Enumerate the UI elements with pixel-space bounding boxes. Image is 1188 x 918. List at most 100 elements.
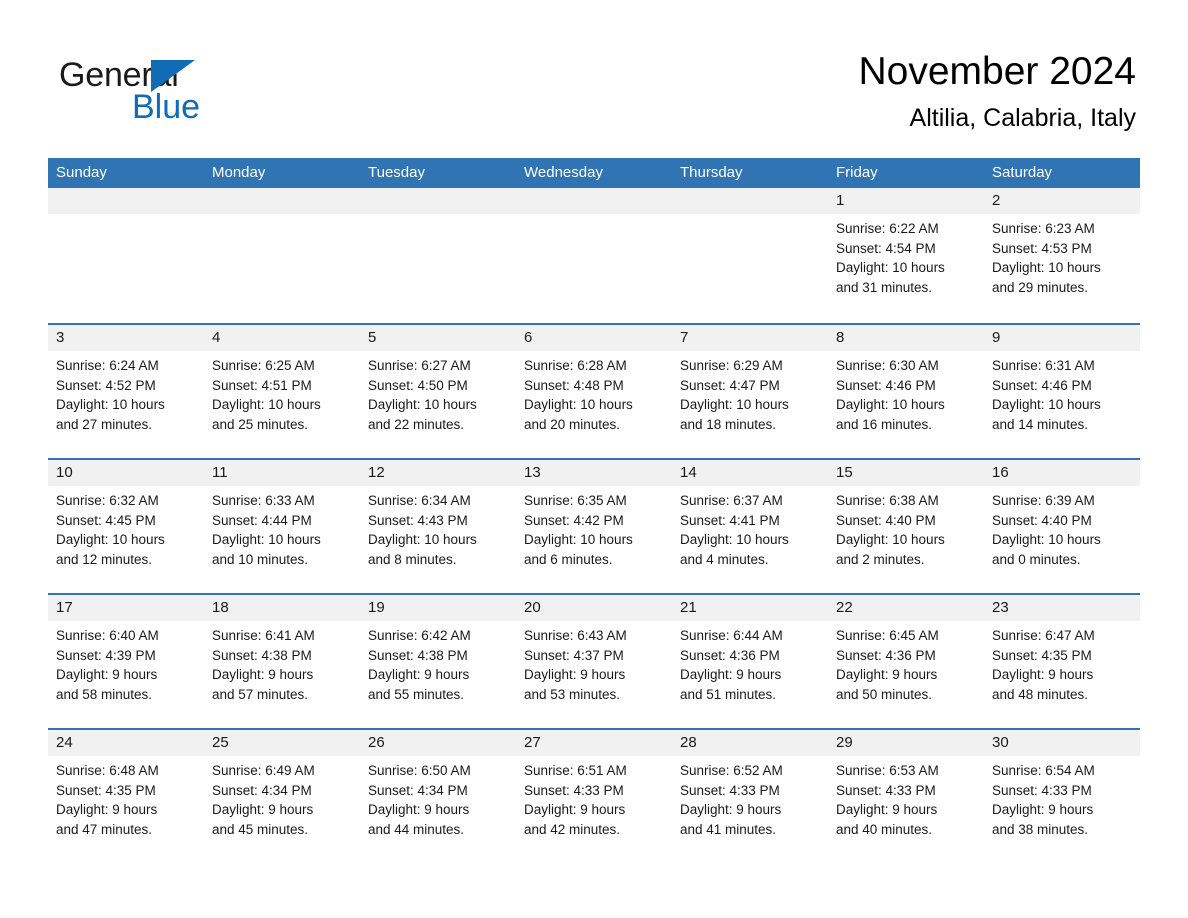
day-detail-line: Daylight: 10 hours (836, 260, 945, 276)
day-detail-line: and 48 minutes. (992, 687, 1089, 703)
day-detail-line: and 0 minutes. (992, 552, 1081, 568)
day-cell-12[interactable]: 12 Sunrise: 6:34 AM Sunset: 4:43 PM Dayligh… (360, 460, 516, 593)
day-detail-line: and 41 minutes. (680, 822, 777, 838)
day-details: Sunrise: 6:24 AM Sunset: 4:52 PM Daylight:… (48, 351, 204, 435)
day-detail-line: Daylight: 10 hours (992, 260, 1101, 276)
day-details: Sunrise: 6:54 AM Sunset: 4:33 PM Daylight:… (984, 756, 1140, 840)
day-detail-line: Sunrise: 6:40 AM (56, 628, 159, 643)
day-cell-20[interactable]: 20 Sunrise: 6:43 AM Sunset: 4:37 PM Dayligh… (516, 595, 672, 728)
day-number: 3 (48, 325, 204, 351)
day-detail-line: Daylight: 9 hours (56, 667, 158, 683)
day-details: Sunrise: 6:29 AM Sunset: 4:47 PM Daylight:… (672, 351, 828, 435)
day-cell-4[interactable]: 4 Sunrise: 6:25 AM Sunset: 4:51 PM Daylight… (204, 325, 360, 458)
day-detail-line: and 25 minutes. (212, 417, 309, 433)
day-detail-line: Daylight: 10 hours (56, 397, 165, 413)
day-number: 18 (204, 595, 360, 621)
day-detail-line: Daylight: 10 hours (992, 532, 1101, 548)
day-detail-line: and 18 minutes. (680, 417, 777, 433)
day-cell-1[interactable]: 1 Sunrise: 6:22 AM Sunset: 4:54 PM Daylight… (828, 188, 984, 323)
day-cell-30[interactable]: 30 Sunrise: 6:54 AM Sunset: 4:33 PM Dayligh… (984, 730, 1140, 863)
day-cell-10[interactable]: 10 Sunrise: 6:32 AM Sunset: 4:45 PM Dayligh… (48, 460, 204, 593)
day-cell-15[interactable]: 15 Sunrise: 6:38 AM Sunset: 4:40 PM Dayligh… (828, 460, 984, 593)
day-detail-line: Sunset: 4:50 PM (368, 377, 468, 393)
day-cell-5[interactable]: 5 Sunrise: 6:27 AM Sunset: 4:50 PM Daylight… (360, 325, 516, 458)
day-detail-line: Sunset: 4:38 PM (212, 647, 312, 663)
day-detail-line: Sunset: 4:36 PM (836, 647, 936, 663)
day-cell-24[interactable]: 24 Sunrise: 6:48 AM Sunset: 4:35 PM Dayligh… (48, 730, 204, 863)
day-number (516, 188, 672, 214)
day-detail-line: Daylight: 10 hours (836, 397, 945, 413)
day-cell-3[interactable]: 3 Sunrise: 6:24 AM Sunset: 4:52 PM Daylight… (48, 325, 204, 458)
day-detail-line: Daylight: 10 hours (212, 397, 321, 413)
weeks-container: 1 Sunrise: 6:22 AM Sunset: 4:54 PM Daylight… (48, 188, 1140, 863)
day-cell-17[interactable]: 17 Sunrise: 6:40 AM Sunset: 4:39 PM Dayligh… (48, 595, 204, 728)
day-detail-line: Sunrise: 6:51 AM (524, 763, 627, 778)
day-cell-9[interactable]: 9 Sunrise: 6:31 AM Sunset: 4:46 PM Daylight… (984, 325, 1140, 458)
week-row: 1 Sunrise: 6:22 AM Sunset: 4:54 PM Daylight… (48, 188, 1140, 323)
day-detail-line: and 20 minutes. (524, 417, 621, 433)
day-number: 11 (204, 460, 360, 486)
day-number: 9 (984, 325, 1140, 351)
day-details: Sunrise: 6:44 AM Sunset: 4:36 PM Daylight:… (672, 621, 828, 705)
day-detail-line: Sunrise: 6:37 AM (680, 493, 783, 508)
day-cell-2[interactable]: 2 Sunrise: 6:23 AM Sunset: 4:53 PM Daylight… (984, 188, 1140, 323)
day-cell-27[interactable]: 27 Sunrise: 6:51 AM Sunset: 4:33 PM Dayligh… (516, 730, 672, 863)
day-cell-21[interactable]: 21 Sunrise: 6:44 AM Sunset: 4:36 PM Dayligh… (672, 595, 828, 728)
day-detail-line: and 45 minutes. (212, 822, 309, 838)
day-detail-line: and 55 minutes. (368, 687, 465, 703)
day-detail-line: and 27 minutes. (56, 417, 153, 433)
day-cell-28[interactable]: 28 Sunrise: 6:52 AM Sunset: 4:33 PM Dayligh… (672, 730, 828, 863)
day-detail-line: Sunset: 4:47 PM (680, 377, 780, 393)
day-detail-line: Sunrise: 6:28 AM (524, 358, 627, 373)
day-detail-line: Sunset: 4:43 PM (368, 512, 468, 528)
day-cell-18[interactable]: 18 Sunrise: 6:41 AM Sunset: 4:38 PM Dayligh… (204, 595, 360, 728)
day-cell-19[interactable]: 19 Sunrise: 6:42 AM Sunset: 4:38 PM Dayligh… (360, 595, 516, 728)
day-cell-8[interactable]: 8 Sunrise: 6:30 AM Sunset: 4:46 PM Daylight… (828, 325, 984, 458)
day-cell-26[interactable]: 26 Sunrise: 6:50 AM Sunset: 4:34 PM Dayligh… (360, 730, 516, 863)
day-number: 21 (672, 595, 828, 621)
day-cell-11[interactable]: 11 Sunrise: 6:33 AM Sunset: 4:44 PM Dayligh… (204, 460, 360, 593)
day-detail-line: Daylight: 10 hours (212, 532, 321, 548)
day-details: Sunrise: 6:45 AM Sunset: 4:36 PM Daylight:… (828, 621, 984, 705)
day-number: 27 (516, 730, 672, 756)
day-detail-line: Sunrise: 6:34 AM (368, 493, 471, 508)
week-row: 17 Sunrise: 6:40 AM Sunset: 4:39 PM Dayligh… (48, 593, 1140, 728)
day-detail-line: Sunrise: 6:25 AM (212, 358, 315, 373)
day-detail-line: Sunset: 4:33 PM (524, 782, 624, 798)
day-details: Sunrise: 6:33 AM Sunset: 4:44 PM Daylight:… (204, 486, 360, 570)
day-number: 26 (360, 730, 516, 756)
day-number: 29 (828, 730, 984, 756)
brand-logo[interactable]: General Blue (59, 55, 359, 135)
day-detail-line: Sunset: 4:48 PM (524, 377, 624, 393)
day-detail-line: and 14 minutes. (992, 417, 1089, 433)
day-cell-14[interactable]: 14 Sunrise: 6:37 AM Sunset: 4:41 PM Dayligh… (672, 460, 828, 593)
day-detail-line: and 16 minutes. (836, 417, 933, 433)
day-cell-29[interactable]: 29 Sunrise: 6:53 AM Sunset: 4:33 PM Dayligh… (828, 730, 984, 863)
day-details: Sunrise: 6:32 AM Sunset: 4:45 PM Daylight:… (48, 486, 204, 570)
day-cell-empty (360, 188, 516, 323)
day-detail-line: Sunset: 4:53 PM (992, 240, 1092, 256)
day-detail-line: and 10 minutes. (212, 552, 309, 568)
day-detail-line: Daylight: 9 hours (836, 802, 938, 818)
day-cell-13[interactable]: 13 Sunrise: 6:35 AM Sunset: 4:42 PM Dayligh… (516, 460, 672, 593)
day-detail-line: Sunset: 4:40 PM (992, 512, 1092, 528)
day-cell-23[interactable]: 23 Sunrise: 6:47 AM Sunset: 4:35 PM Dayligh… (984, 595, 1140, 728)
title-block: November 2024 Altilia, Calabria, Italy (859, 48, 1137, 134)
day-details: Sunrise: 6:41 AM Sunset: 4:38 PM Daylight:… (204, 621, 360, 705)
weekday-header-sunday: Sunday (56, 164, 107, 181)
day-number: 17 (48, 595, 204, 621)
day-detail-line: Sunset: 4:51 PM (212, 377, 312, 393)
day-number: 19 (360, 595, 516, 621)
day-detail-line: and 4 minutes. (680, 552, 769, 568)
day-detail-line: Sunset: 4:52 PM (56, 377, 156, 393)
day-cell-22[interactable]: 22 Sunrise: 6:45 AM Sunset: 4:36 PM Dayligh… (828, 595, 984, 728)
day-cell-16[interactable]: 16 Sunrise: 6:39 AM Sunset: 4:40 PM Dayligh… (984, 460, 1140, 593)
day-cell-25[interactable]: 25 Sunrise: 6:49 AM Sunset: 4:34 PM Dayligh… (204, 730, 360, 863)
day-detail-line: Daylight: 9 hours (368, 667, 470, 683)
day-detail-line: Daylight: 9 hours (524, 802, 626, 818)
day-cell-7[interactable]: 7 Sunrise: 6:29 AM Sunset: 4:47 PM Daylight… (672, 325, 828, 458)
page-header: General Blue November 2024 Altilia, Cala… (0, 0, 1188, 158)
day-details: Sunrise: 6:40 AM Sunset: 4:39 PM Daylight:… (48, 621, 204, 705)
day-detail-line: Sunset: 4:46 PM (992, 377, 1092, 393)
day-cell-6[interactable]: 6 Sunrise: 6:28 AM Sunset: 4:48 PM Daylight… (516, 325, 672, 458)
